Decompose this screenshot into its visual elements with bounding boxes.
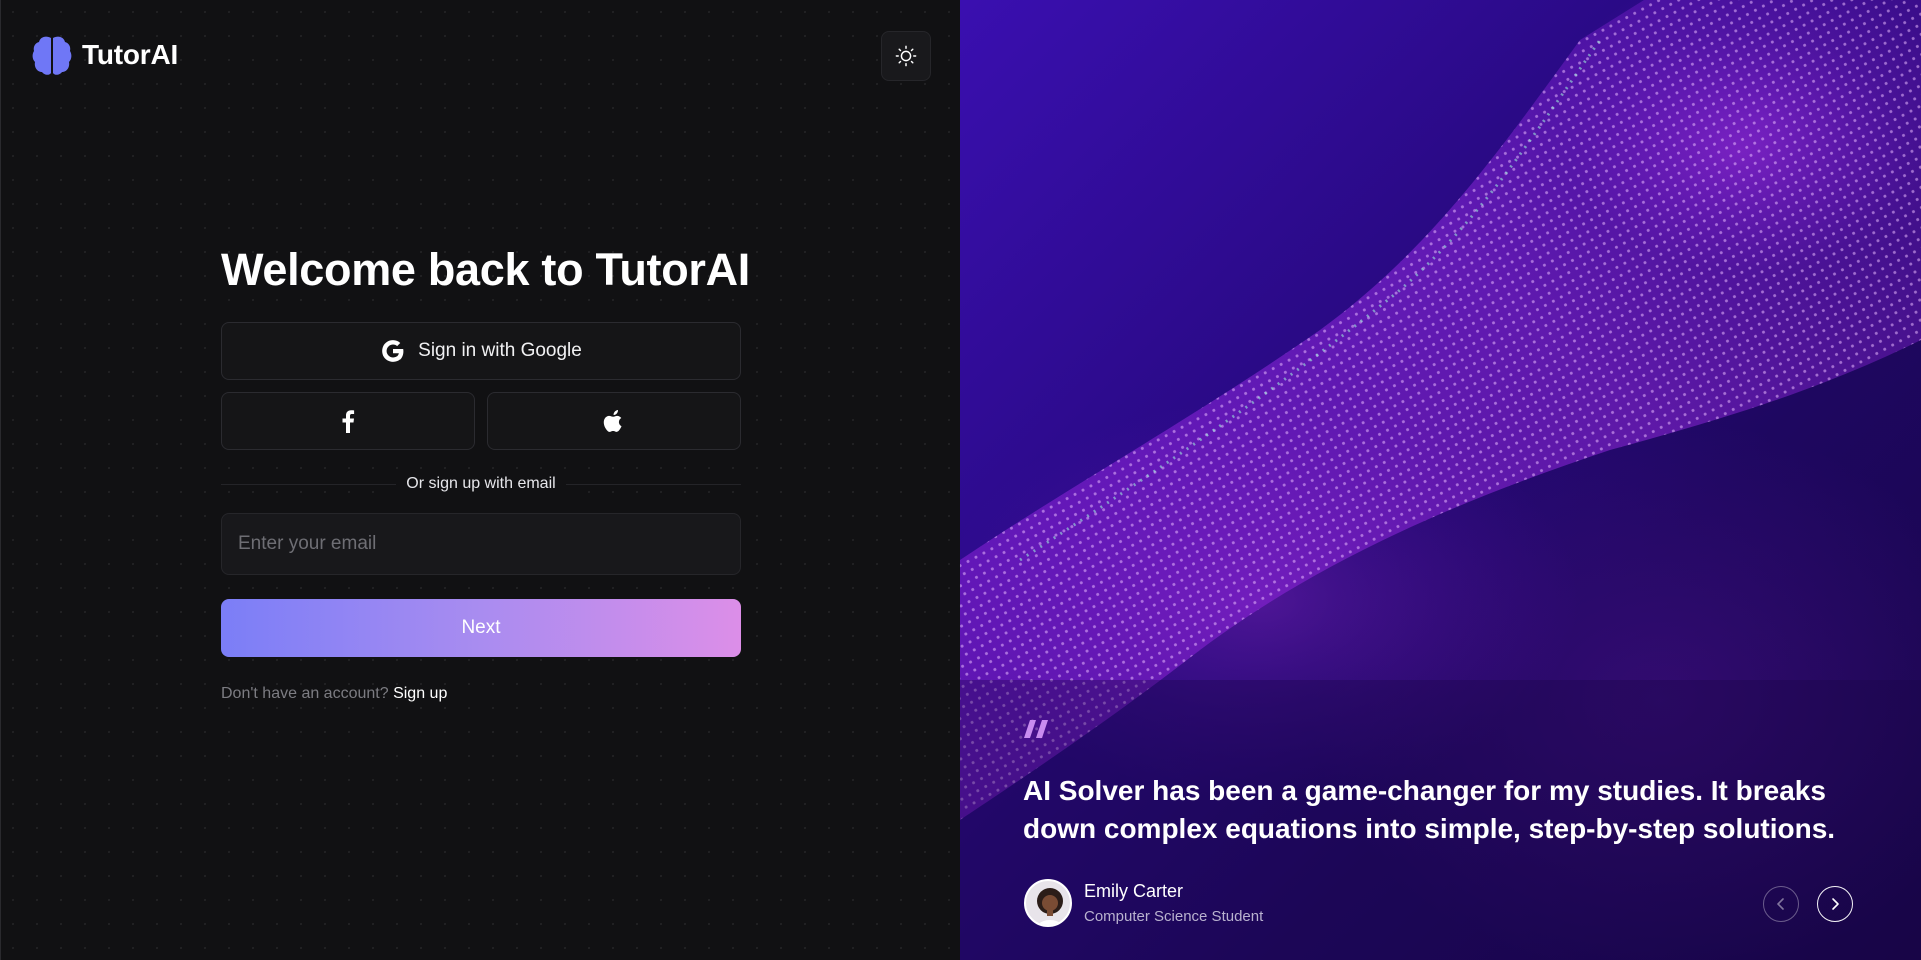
page-title: Welcome back to TutorAI: [221, 244, 751, 295]
quote-icon: [1024, 720, 1048, 738]
avatar: [1024, 879, 1072, 927]
sun-icon: [895, 45, 917, 67]
facebook-icon: [342, 410, 355, 433]
brain-icon: [32, 36, 72, 75]
signup-link[interactable]: Sign up: [393, 685, 447, 702]
no-account-text: Don't have an account?: [221, 685, 389, 702]
prev-testimonial-button[interactable]: [1763, 886, 1799, 922]
login-form: Welcome back to TutorAI Sign in with Goo…: [221, 240, 751, 703]
signup-prompt: Don't have an account? Sign up: [221, 685, 741, 703]
chevron-right-icon: [1832, 898, 1839, 910]
email-divider: Or sign up with email: [221, 474, 741, 494]
divider-text: Or sign up with email: [396, 475, 566, 493]
chevron-left-icon: [1777, 898, 1784, 910]
google-icon: [382, 340, 404, 362]
brand[interactable]: TutorAI: [32, 34, 178, 76]
apple-signin-button[interactable]: [487, 392, 741, 450]
social-row: [221, 392, 741, 450]
author-name: Emily Carter: [1084, 881, 1184, 901]
facebook-signin-button[interactable]: [221, 392, 475, 450]
next-testimonial-button[interactable]: [1817, 886, 1853, 922]
brand-name: TutorAI: [82, 39, 179, 70]
theme-toggle-button[interactable]: [881, 31, 931, 81]
testimonial-panel: AI Solver has been a game-changer for my…: [960, 0, 1921, 960]
email-input[interactable]: [221, 513, 741, 575]
login-panel: TutorAI Welcome back to TutorAI Sign in …: [0, 0, 960, 960]
google-signin-label: Sign in with Google: [418, 340, 582, 361]
next-button[interactable]: Next: [221, 599, 741, 657]
apple-icon: [603, 410, 622, 432]
author-role: Computer Science Student: [1084, 908, 1264, 925]
testimonial-author: Emily Carter Computer Science Student: [1024, 879, 1263, 927]
google-signin-button[interactable]: Sign in with Google: [221, 322, 741, 380]
testimonial-quote: AI Solver has been a game-changer for my…: [1023, 775, 1836, 844]
